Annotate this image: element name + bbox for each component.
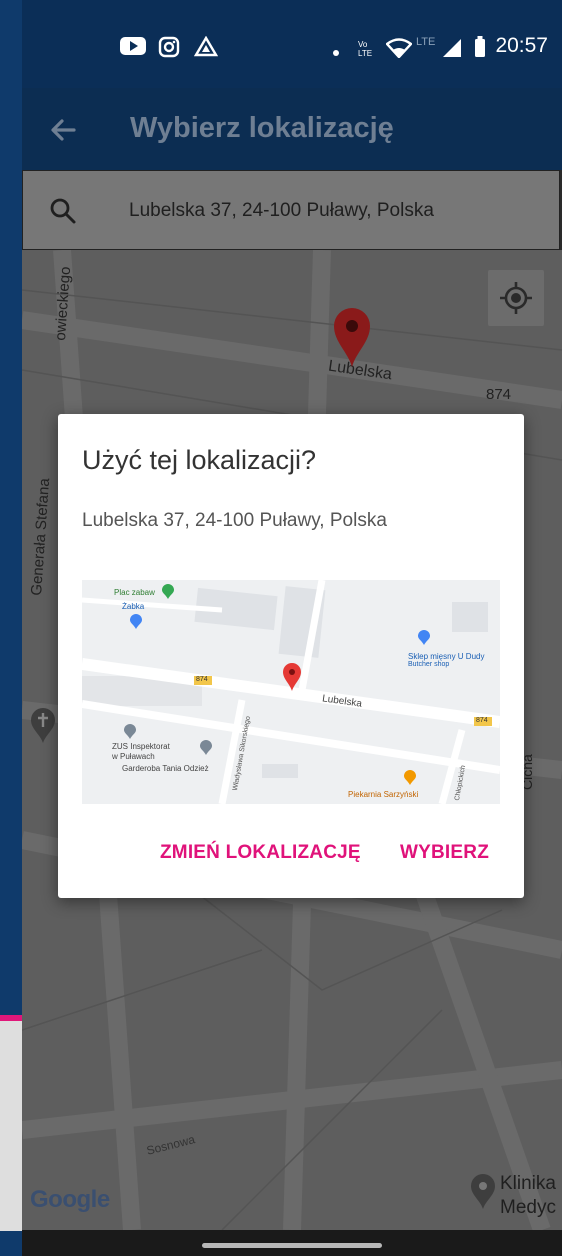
preview-poi-label: Garderoba Tania Odzież	[122, 764, 209, 773]
youtube-icon	[120, 36, 146, 61]
clinic-pin-icon	[470, 1174, 496, 1215]
confirm-location-dialog: Użyć tej lokalizacji? Lubelska 37, 24-10…	[58, 414, 524, 898]
status-bar: Vo LTE LTE 20:57	[22, 0, 562, 88]
preview-poi-label: w Puławach	[112, 752, 155, 761]
page-title: Wybierz lokalizację	[130, 112, 394, 144]
preview-poi-label: Sklep mięsny U Dudy	[408, 652, 485, 661]
signal-icon	[440, 38, 462, 63]
wifi-icon	[385, 38, 413, 63]
navigation-bar	[22, 1230, 562, 1256]
map-poi-label-line: Klinika	[500, 1173, 556, 1194]
preview-road-number: 874	[476, 717, 488, 724]
preview-road-number: 874	[196, 676, 208, 683]
map-road-number: 874	[486, 386, 512, 403]
volte-icon: Vo LTE	[356, 38, 378, 63]
google-logo: Google	[30, 1186, 110, 1213]
map-marker-icon[interactable]	[332, 306, 372, 373]
back-button[interactable]	[44, 110, 84, 150]
preview-poi-label: Plac zabaw	[114, 588, 155, 597]
notification-dot-icon	[332, 44, 340, 62]
search-bar[interactable]: Lubelska 37, 24-100 Puławy, Polska	[22, 170, 560, 250]
preview-poi-label: Żabka	[122, 602, 145, 611]
preview-marker-icon	[282, 662, 302, 697]
preview-poi-label: ZUS Inspektorat	[112, 742, 170, 751]
background-panel	[0, 1021, 22, 1231]
status-time: 20:57	[495, 34, 548, 57]
choose-button[interactable]: WYBIERZ	[400, 842, 489, 864]
map-poi-label: Klinika Medyc	[500, 1172, 556, 1220]
shop-pin-icon	[130, 614, 142, 635]
church-pin-icon	[30, 708, 56, 749]
map-preview: 874 874 Lubelska Plac zabaw Żabka Sklep …	[82, 580, 500, 804]
place-pin-icon	[200, 740, 212, 761]
svg-text:Vo: Vo	[358, 40, 368, 49]
drive-icon	[193, 35, 219, 63]
my-location-icon	[500, 282, 532, 314]
back-arrow-icon	[51, 119, 76, 141]
preview-poi-label: Butcher shop	[408, 661, 450, 668]
change-location-button[interactable]: ZMIEŃ LOKALIZACJĘ	[160, 842, 361, 864]
home-indicator[interactable]	[202, 1243, 382, 1248]
search-input[interactable]: Lubelska 37, 24-100 Puławy, Polska	[129, 200, 434, 222]
shop-pin-icon	[418, 630, 430, 651]
network-type-label: LTE	[416, 36, 436, 48]
my-location-button[interactable]	[488, 270, 544, 326]
app-bar: Wybierz lokalizację	[22, 88, 562, 170]
svg-text:LTE: LTE	[358, 49, 372, 58]
map-poi-label-line: Medyc	[500, 1197, 556, 1218]
search-icon	[49, 197, 77, 230]
preview-poi-label: Piekarnia Sarzyński	[348, 790, 419, 799]
instagram-icon	[158, 36, 180, 63]
dialog-address: Lubelska 37, 24-100 Puławy, Polska	[82, 510, 387, 531]
park-pin-icon	[162, 584, 174, 605]
restaurant-pin-icon	[404, 770, 416, 791]
battery-icon	[474, 36, 486, 63]
background-screen-edge	[0, 0, 22, 1256]
dialog-title: Użyć tej lokalizacji?	[82, 445, 317, 475]
